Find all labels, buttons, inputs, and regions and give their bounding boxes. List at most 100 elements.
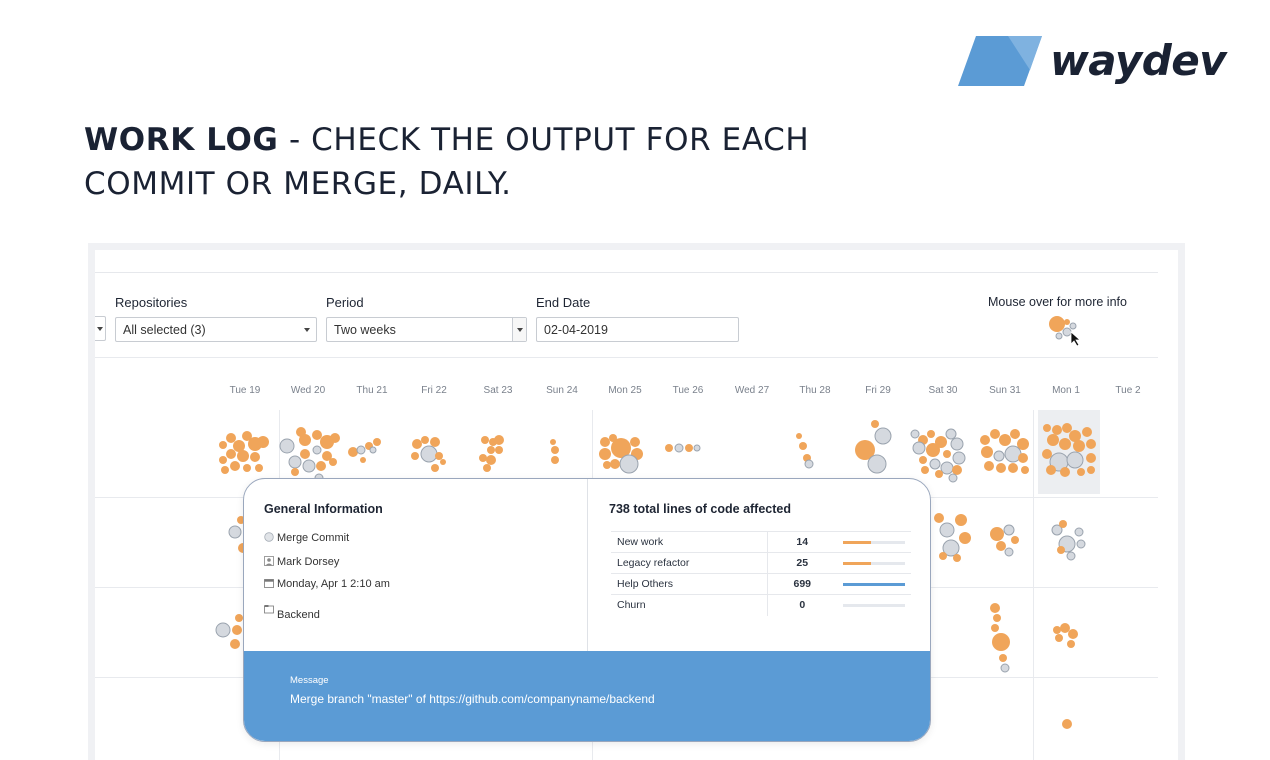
commit-bubble[interactable]	[237, 450, 249, 462]
commit-bubble[interactable]	[1011, 536, 1019, 544]
merge-bubble[interactable]	[952, 451, 966, 465]
commit-bubble[interactable]	[219, 441, 227, 449]
merge-bubble[interactable]	[945, 428, 957, 440]
commit-bubble[interactable]	[1059, 520, 1067, 528]
commit-bubble[interactable]	[1043, 424, 1051, 432]
commit-bubble[interactable]	[411, 452, 419, 460]
merge-bubble[interactable]	[312, 445, 322, 455]
commit-bubble[interactable]	[232, 625, 242, 635]
commit-bubble[interactable]	[235, 614, 243, 622]
commit-bubble[interactable]	[296, 427, 306, 437]
merge-bubble[interactable]	[279, 438, 295, 454]
merge-bubble[interactable]	[356, 445, 366, 455]
commit-bubble[interactable]	[312, 430, 322, 440]
commit-bubble[interactable]	[934, 513, 944, 523]
merge-bubble[interactable]	[420, 445, 438, 463]
commit-bubble[interactable]	[483, 464, 491, 472]
commit-bubble[interactable]	[1060, 623, 1070, 633]
commit-bubble[interactable]	[1018, 453, 1028, 463]
commit-bubble[interactable]	[685, 444, 693, 452]
commit-bubble[interactable]	[1055, 634, 1063, 642]
commit-bubble[interactable]	[1053, 626, 1061, 634]
commit-bubble[interactable]	[219, 456, 227, 464]
merge-bubble[interactable]	[939, 522, 955, 538]
commit-bubble[interactable]	[939, 552, 947, 560]
commit-bubble[interactable]	[1047, 434, 1059, 446]
commit-bubble[interactable]	[551, 456, 559, 464]
commit-bubble[interactable]	[1059, 438, 1071, 450]
commit-bubble[interactable]	[243, 464, 251, 472]
commit-bubble[interactable]	[360, 457, 366, 463]
commit-bubble[interactable]	[600, 437, 610, 447]
commit-bubble[interactable]	[980, 435, 990, 445]
commit-bubble[interactable]	[996, 463, 1006, 473]
commit-bubble[interactable]	[300, 449, 310, 459]
commit-bubble[interactable]	[610, 459, 620, 469]
commit-bubble[interactable]	[435, 452, 443, 460]
commit-bubble[interactable]	[999, 654, 1007, 662]
merge-bubble[interactable]	[1066, 451, 1084, 469]
commit-bubble[interactable]	[257, 436, 269, 448]
commit-bubble[interactable]	[348, 447, 358, 457]
commit-bubble[interactable]	[1060, 467, 1070, 477]
merge-bubble[interactable]	[215, 622, 231, 638]
commit-bubble[interactable]	[943, 450, 951, 458]
merge-bubble[interactable]	[950, 437, 964, 451]
merge-bubble[interactable]	[874, 427, 892, 445]
commit-bubble[interactable]	[1087, 466, 1095, 474]
commit-bubble[interactable]	[230, 461, 240, 471]
commit-bubble[interactable]	[799, 442, 807, 450]
commit-bubble[interactable]	[1046, 465, 1056, 475]
commit-bubble[interactable]	[1062, 423, 1072, 433]
merge-bubble[interactable]	[302, 459, 316, 473]
merge-bubble[interactable]	[948, 473, 958, 483]
commit-bubble[interactable]	[1042, 449, 1052, 459]
commit-bubble[interactable]	[990, 603, 1000, 613]
commit-bubble[interactable]	[551, 446, 559, 454]
commit-bubble[interactable]	[919, 456, 927, 464]
merge-bubble[interactable]	[693, 444, 701, 452]
commit-bubble[interactable]	[603, 461, 611, 469]
commit-bubble[interactable]	[1086, 439, 1096, 449]
merge-bubble[interactable]	[228, 525, 242, 539]
commit-bubble[interactable]	[1086, 453, 1096, 463]
commit-bubble[interactable]	[992, 633, 1010, 651]
commit-bubble[interactable]	[1077, 468, 1085, 476]
commit-bubble[interactable]	[440, 459, 446, 465]
commit-bubble[interactable]	[871, 420, 879, 428]
commit-bubble[interactable]	[1057, 546, 1065, 554]
commit-bubble[interactable]	[1008, 463, 1018, 473]
commit-bubble[interactable]	[1082, 427, 1092, 437]
commit-bubble[interactable]	[221, 466, 229, 474]
commit-bubble[interactable]	[981, 446, 993, 458]
commit-bubble[interactable]	[984, 461, 994, 471]
commit-bubble[interactable]	[226, 449, 236, 459]
commit-bubble[interactable]	[479, 454, 487, 462]
commit-bubble[interactable]	[1021, 466, 1029, 474]
commit-bubble[interactable]	[955, 514, 967, 526]
commit-bubble[interactable]	[665, 444, 673, 452]
commit-bubble[interactable]	[495, 446, 503, 454]
merge-bubble[interactable]	[804, 459, 814, 469]
commit-bubble[interactable]	[935, 470, 943, 478]
commit-bubble[interactable]	[991, 624, 999, 632]
commit-bubble[interactable]	[926, 443, 940, 457]
commit-bubble[interactable]	[430, 437, 440, 447]
commit-bubble[interactable]	[1068, 629, 1078, 639]
commit-bubble[interactable]	[990, 527, 1004, 541]
commit-bubble[interactable]	[329, 458, 337, 466]
commit-bubble[interactable]	[494, 435, 504, 445]
commit-bubble[interactable]	[990, 429, 1000, 439]
commit-bubble[interactable]	[291, 468, 299, 476]
commit-bubble[interactable]	[487, 446, 495, 454]
commit-bubble[interactable]	[630, 437, 640, 447]
merge-bubble[interactable]	[619, 454, 639, 474]
commit-bubble[interactable]	[230, 639, 240, 649]
merge-bubble[interactable]	[1004, 547, 1014, 557]
merge-bubble[interactable]	[1000, 663, 1010, 673]
commit-bubble[interactable]	[999, 434, 1011, 446]
commit-bubble[interactable]	[1062, 719, 1072, 729]
commit-bubble[interactable]	[481, 436, 489, 444]
commit-bubble[interactable]	[959, 532, 971, 544]
merge-bubble[interactable]	[1076, 539, 1086, 549]
